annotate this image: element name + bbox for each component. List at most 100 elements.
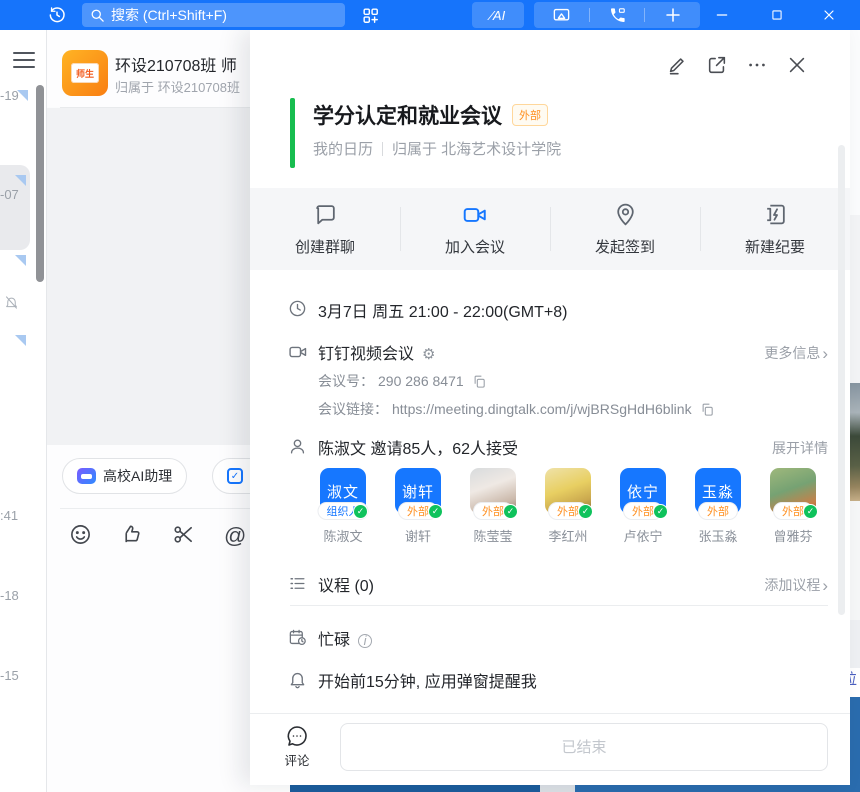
attendees-icon [288,437,307,456]
attendee-name: 卢依宁 [623,526,662,545]
search-input[interactable]: 搜索 (Ctrl+Shift+F) [82,3,345,27]
chat-item-time[interactable]: -18 [0,588,19,603]
add-agenda-link[interactable]: 添加议程› [764,575,828,595]
gear-icon[interactable]: ⚙ [422,346,435,363]
reminder-text: 开始前15分钟, 应用弹窗提醒我 [318,668,537,692]
chat-list-rail: -19 -07 :41 -18 -15 [0,30,46,792]
open-external-icon[interactable] [704,52,730,78]
maximize-button[interactable] [760,0,794,30]
edit-icon[interactable] [664,52,690,78]
belongs-to: 归属于 北海艺术设计学院 [392,138,561,159]
busy-status: 忙碌i [318,626,372,650]
window-close-button[interactable] [812,0,846,30]
panel-scrollbar[interactable] [838,145,845,615]
attendee-name: 谢轩 [405,526,431,545]
chat-item-time[interactable]: -07 [0,187,19,202]
agenda-label: 议程 (0) [318,572,374,596]
location-pin-icon [613,202,638,228]
new-plus-button[interactable] [645,2,700,28]
attendee-name: 张玉淼 [698,526,737,545]
chat-item-time[interactable]: -15 [0,668,19,683]
screen-cast-button[interactable] [534,2,589,28]
attendee[interactable]: 玉淼 外部 张玉淼 [695,468,741,514]
copy-icon[interactable] [700,402,715,417]
new-minutes-button[interactable]: 新建纪要 [700,188,850,270]
thumbs-up-icon[interactable] [120,523,143,546]
role-badge: 外部 [698,502,738,520]
accepted-check-icon: ✓ [353,504,368,519]
comment-input[interactable] [340,723,828,771]
chat-title[interactable]: 环设210708班 师 [115,52,255,76]
meeting-name: 钉钉视频会议⚙ [318,340,435,364]
divider [60,508,250,509]
emoji-icon[interactable] [69,523,92,546]
chat-list-scrollbar[interactable] [36,85,44,282]
attendee-name: 李红州 [548,526,587,545]
event-title: 学分认定和就业会议 [313,100,502,130]
meeting-link-row: 会议链接：https://meeting.dingtalk.com/j/wjBR… [318,399,715,419]
accepted-check-icon: ✓ [428,504,443,519]
titlebar-action-group [534,2,700,28]
more-info-link[interactable]: 更多信息› [764,343,828,363]
background-banner-strip [250,785,860,792]
attendees-summary: 陈淑文 邀请85人，62人接受 [318,435,518,459]
comment-footer: 评论 [250,713,850,785]
expand-details-link[interactable]: 展开详情 [772,438,828,458]
event-detail-panel: 学分认定和就业会议 外部 我的日历 归属于 北海艺术设计学院 创建群聊 加入会议 [250,30,850,785]
accepted-check-icon: ✓ [803,504,818,519]
meeting-id: 290 286 8471 [378,373,464,389]
chat-item-time[interactable]: :41 [0,508,18,523]
create-group-chat-button[interactable]: 创建群聊 [250,188,400,270]
close-icon[interactable] [784,52,810,78]
action-label: 加入会议 [445,236,505,257]
chat-item-time[interactable]: -19 [0,88,19,103]
ai-translate-button[interactable]: ⁄AI [472,2,524,28]
meeting-link-label: 会议链接： [318,399,388,419]
more-icon[interactable] [744,52,770,78]
video-meeting-icon [288,342,308,362]
attendee[interactable]: 依宁 外部 ✓ 卢依宁 [620,468,666,514]
info-icon[interactable]: i [358,634,372,648]
window-titlebar: 搜索 (Ctrl+Shift+F) ⁄AI [0,0,860,30]
attendee[interactable]: 淑文 组织人 ✓ 陈淑文 [320,468,366,514]
meeting-id-row: 会议号：290 286 8471 [318,371,487,391]
background-photo [850,383,860,501]
copy-icon[interactable] [472,374,487,389]
attendee[interactable]: 谢轩 外部 ✓ 谢轩 [395,468,441,514]
join-meeting-button[interactable]: 加入会议 [400,188,550,270]
unread-corner-badge [15,175,26,186]
history-icon[interactable] [44,3,70,27]
chat-bubble-icon [313,202,338,228]
group-avatar[interactable]: 师生 [62,50,108,96]
attendees-row: 淑文 组织人 ✓ 陈淑文 谢轩 外部 ✓ 谢轩 外部 ✓ 陈莹莹 外部 ✓ 李红… [320,468,816,514]
clock-icon [288,299,307,318]
divider [290,605,828,606]
chat-message-area [47,108,250,445]
comment-button[interactable]: 评论 [280,724,314,769]
calendar-name: 我的日历 [313,138,373,159]
calendar-color-bar [290,98,295,168]
attendee[interactable]: 外部 ✓ 李红州 [545,468,591,514]
muted-bell-icon [4,295,19,310]
minimize-button[interactable] [705,0,739,30]
start-checkin-button[interactable]: 发起签到 [550,188,700,270]
mention-icon[interactable]: @ [224,523,246,549]
attendee[interactable]: 外部 ✓ 曾雅芬 [770,468,816,514]
attendee-name: 陈莹莹 [473,526,512,545]
apps-grid-icon[interactable] [358,4,382,26]
call-button[interactable] [590,2,645,28]
ai-assistant-button[interactable]: 高校AI助理 [62,458,187,494]
attendee[interactable]: 外部 ✓ 陈莹莹 [470,468,516,514]
comment-label: 评论 [280,750,314,769]
scissors-icon[interactable] [172,523,195,546]
chat-subtitle: 归属于 环设210708班 [115,77,255,96]
event-time: 3月7日 周五 21:00 - 22:00(GMT+8) [318,298,567,322]
menu-hamburger-icon[interactable] [13,52,35,68]
busy-status-icon [288,628,307,647]
meeting-link[interactable]: https://meeting.dingtalk.com/j/wjBRSgHdH… [392,401,692,417]
divider [382,142,383,156]
background-banner [850,697,860,792]
book-icon: 师生 [71,63,99,83]
agenda-list-icon [288,574,307,593]
video-camera-icon [462,202,488,228]
